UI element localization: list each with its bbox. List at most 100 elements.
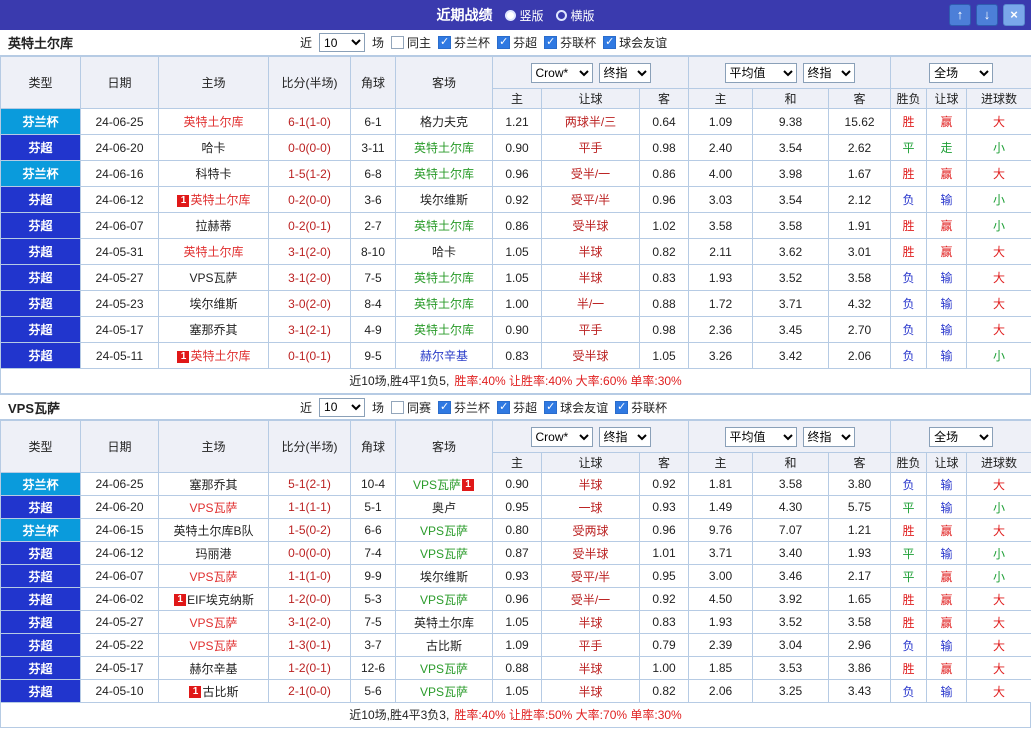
- team-link[interactable]: 赫尔辛基: [420, 349, 468, 363]
- avg-select[interactable]: 平均值: [724, 426, 797, 447]
- sub-column-header: 主: [688, 88, 754, 109]
- result-goals: 小: [966, 134, 1031, 161]
- team-link: 塞那乔其: [189, 323, 238, 337]
- avg-odds-draw: 3.71: [752, 290, 830, 317]
- odds-time-select[interactable]: 终指: [598, 426, 651, 447]
- radio-label: 横版: [570, 8, 595, 23]
- handicap-odds-away: 1.02: [638, 212, 690, 239]
- close-button[interactable]: ×: [1003, 4, 1025, 26]
- bookmaker-select[interactable]: Crow*: [530, 426, 593, 447]
- team-link: 英特土尔库: [413, 297, 474, 311]
- avg-time-select[interactable]: 终指: [802, 62, 855, 83]
- scroll-up-button[interactable]: ↑: [949, 4, 971, 26]
- corner-cell: 12-6: [350, 656, 396, 680]
- sub-column-header: 让球: [926, 452, 968, 473]
- corner-cell: 8-10: [350, 238, 396, 265]
- result-handicap: 输: [926, 495, 968, 519]
- match-date: 24-06-25: [80, 472, 159, 496]
- team-link: 玛丽港: [195, 546, 232, 561]
- layout-radio-vertical[interactable]: 竖版: [504, 7, 544, 24]
- summary-rates: 胜率:40% 让胜率:40% 大率:60% 单率:30%: [454, 374, 682, 388]
- result-goals: 大: [966, 656, 1031, 680]
- sub-column-header: 客: [828, 88, 892, 109]
- scroll-down-button[interactable]: ↓: [976, 4, 998, 26]
- scope-select[interactable]: 全场: [929, 426, 994, 447]
- handicap-odds-home: 0.90: [492, 316, 542, 343]
- result-goals: 大: [966, 290, 1031, 317]
- odds-time-select[interactable]: 终指: [598, 62, 651, 83]
- home-team-cell: VPS瓦萨: [158, 633, 269, 657]
- team-link: 埃尔维斯: [419, 569, 468, 584]
- league-filter-checkbox[interactable]: 芬兰杯: [438, 34, 490, 51]
- result-handicap: 赢: [926, 564, 968, 588]
- result-wdl: 负: [890, 316, 928, 343]
- bookmaker-select[interactable]: Crow*: [530, 62, 593, 83]
- match-row: 芬兰杯 24-06-25 塞那乔其 5-1(2-1) 10-4 VPS瓦萨 1 0.90 半球 0…: [0, 472, 1031, 496]
- handicap-odds-home: 0.93: [492, 564, 542, 588]
- team-link: 英特土尔库: [190, 349, 251, 363]
- team-section: 英特土尔库近10场同主芬兰杯芬超芬联杯球会友谊类型日期主场比分(半场)角球客场C…: [0, 30, 1031, 394]
- home-team-cell: 塞那乔其: [158, 316, 269, 343]
- league-filter-checkbox[interactable]: 芬兰杯: [438, 399, 490, 416]
- avg-odds-draw: 9.38: [752, 108, 830, 135]
- result-goals: 大: [966, 610, 1031, 634]
- matches-table: 类型 日期 主场 比分(半场) 角球 客场 Crow* 终指 平均值 终指 全场主让球客主和客胜负让…: [0, 420, 1031, 703]
- league-type-cell: 芬超: [0, 587, 81, 611]
- league-filter-checkbox[interactable]: 芬联杯: [615, 399, 667, 416]
- league-filter-checkbox[interactable]: 芬超: [497, 34, 537, 51]
- avg-odds-home: 2.36: [688, 316, 754, 343]
- league-filter-checkbox[interactable]: 球会友谊: [603, 34, 667, 51]
- handicap-odds-home: 0.90: [492, 472, 542, 496]
- away-team-cell: 格力夫克: [395, 108, 493, 135]
- avg-odds-draw: 3.42: [752, 342, 830, 369]
- checkbox-checked-icon: [438, 35, 452, 49]
- avg-odds-draw: 3.54: [752, 134, 830, 161]
- layout-radio-horizontal[interactable]: 横版: [555, 7, 595, 24]
- score-cell: 1-3(0-1): [268, 633, 351, 657]
- checkbox-checked-icon: [615, 400, 629, 414]
- avg-odds-away: 2.17: [828, 564, 892, 588]
- league-type-cell: 芬超: [0, 212, 81, 239]
- match-date: 24-05-17: [80, 316, 159, 343]
- result-handicap: 输: [926, 290, 968, 317]
- handicap-line: 两球半/三: [541, 108, 640, 135]
- avg-select[interactable]: 平均值: [724, 62, 797, 83]
- scope-header: 全场: [890, 420, 1031, 453]
- match-date: 24-05-17: [80, 656, 159, 680]
- same-filter-checkbox[interactable]: 同主: [391, 34, 431, 51]
- league-filter-checkbox[interactable]: 芬超: [497, 399, 537, 416]
- avg-time-select[interactable]: 终指: [802, 426, 855, 447]
- league-filter-checkbox[interactable]: 芬联杯: [544, 34, 596, 51]
- handicap-odds-away: 0.96: [638, 518, 690, 542]
- red-card-badge: 1: [174, 594, 187, 607]
- corner-cell: 3-6: [350, 186, 396, 213]
- checkbox-label: 球会友谊: [619, 36, 668, 50]
- handicap-line: 半球: [541, 238, 640, 265]
- scope-select[interactable]: 全场: [929, 62, 994, 83]
- result-handicap: 赢: [926, 656, 968, 680]
- away-team-cell: 英特土尔库: [395, 160, 493, 187]
- league-filter-checkbox[interactable]: 球会友谊: [544, 399, 608, 416]
- result-wdl: 负: [890, 342, 928, 369]
- topbar-center: 近期战绩 竖版 横版: [436, 5, 594, 25]
- match-count-select[interactable]: 10: [319, 397, 366, 417]
- result-wdl: 负: [890, 472, 928, 496]
- column-header: 客场: [395, 420, 493, 473]
- score-cell: 0-0(0-0): [268, 541, 351, 565]
- checkbox-checked-icon: [438, 400, 452, 414]
- avg-odds-draw: 3.40: [752, 541, 830, 565]
- match-count-select[interactable]: 10: [319, 33, 366, 52]
- home-team-cell: 玛丽港: [158, 541, 269, 565]
- team-link: 埃尔维斯: [189, 297, 238, 311]
- score-cell: 3-1(2-1): [268, 316, 351, 343]
- result-wdl: 胜: [890, 212, 928, 239]
- result-wdl: 负: [890, 290, 928, 317]
- match-row: 芬兰杯 24-06-15 英特土尔库B队 1-5(0-2) 6-6 VPS瓦萨 0.80 受两…: [0, 518, 1031, 542]
- match-row: 芬超 24-06-20 哈卡 0-0(0-0) 3-11 英特土尔库 0.90 平手 0.98 2…: [0, 134, 1031, 161]
- matches-label: 场: [372, 400, 385, 415]
- result-goals: 小: [966, 212, 1031, 239]
- column-header: 主场: [158, 56, 269, 109]
- result-goals: 大: [966, 316, 1031, 343]
- red-card-badge: 1: [177, 194, 190, 207]
- same-filter-checkbox[interactable]: 同赛: [391, 399, 431, 416]
